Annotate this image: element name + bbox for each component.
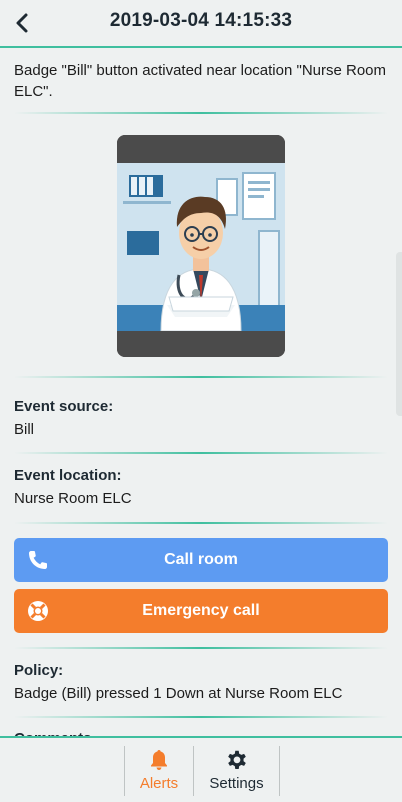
gear-icon: [227, 750, 246, 769]
event-source-value: Bill: [14, 421, 35, 438]
event-source-label: Event source:: [14, 398, 114, 415]
emergency-call-button[interactable]: Emergency call: [14, 589, 388, 633]
emergency-call-label: Emergency call: [142, 602, 260, 619]
event-location-value: Nurse Room ELC: [14, 490, 132, 507]
top-bar: 2019-03-04 14:15:33: [0, 0, 402, 48]
event-location-label: Event location:: [14, 467, 122, 484]
policy-label: Policy:: [14, 662, 64, 679]
tab-alerts-label: Alerts: [139, 775, 179, 792]
tab-group: Alerts Settings: [124, 746, 280, 796]
event-description: Badge "Bill" button activated near locat…: [14, 62, 387, 100]
policy-value: Badge (Bill) pressed 1 Down at Nurse Roo…: [14, 685, 343, 702]
page-title: 2019-03-04 14:15:33: [109, 10, 293, 31]
doctor-avatar: [117, 135, 285, 357]
doctor-illustration: [117, 135, 285, 357]
call-room-button[interactable]: Call room: [14, 538, 388, 582]
bell-icon: [151, 750, 167, 770]
divider: [14, 376, 388, 378]
bottom-tab-bar: Alerts Settings: [0, 736, 402, 802]
call-room-label: Call room: [164, 551, 238, 568]
phone-icon: [29, 551, 47, 569]
divider: [14, 112, 388, 114]
divider: [14, 522, 388, 524]
lifebuoy-icon: [28, 601, 48, 621]
edge-scroll-handle[interactable]: [396, 252, 402, 416]
tab-settings[interactable]: Settings: [194, 746, 279, 796]
divider: [14, 716, 388, 718]
divider: [14, 647, 388, 649]
tab-settings-label: Settings: [209, 775, 264, 792]
tab-alerts[interactable]: Alerts: [125, 746, 194, 796]
divider: [14, 452, 388, 454]
